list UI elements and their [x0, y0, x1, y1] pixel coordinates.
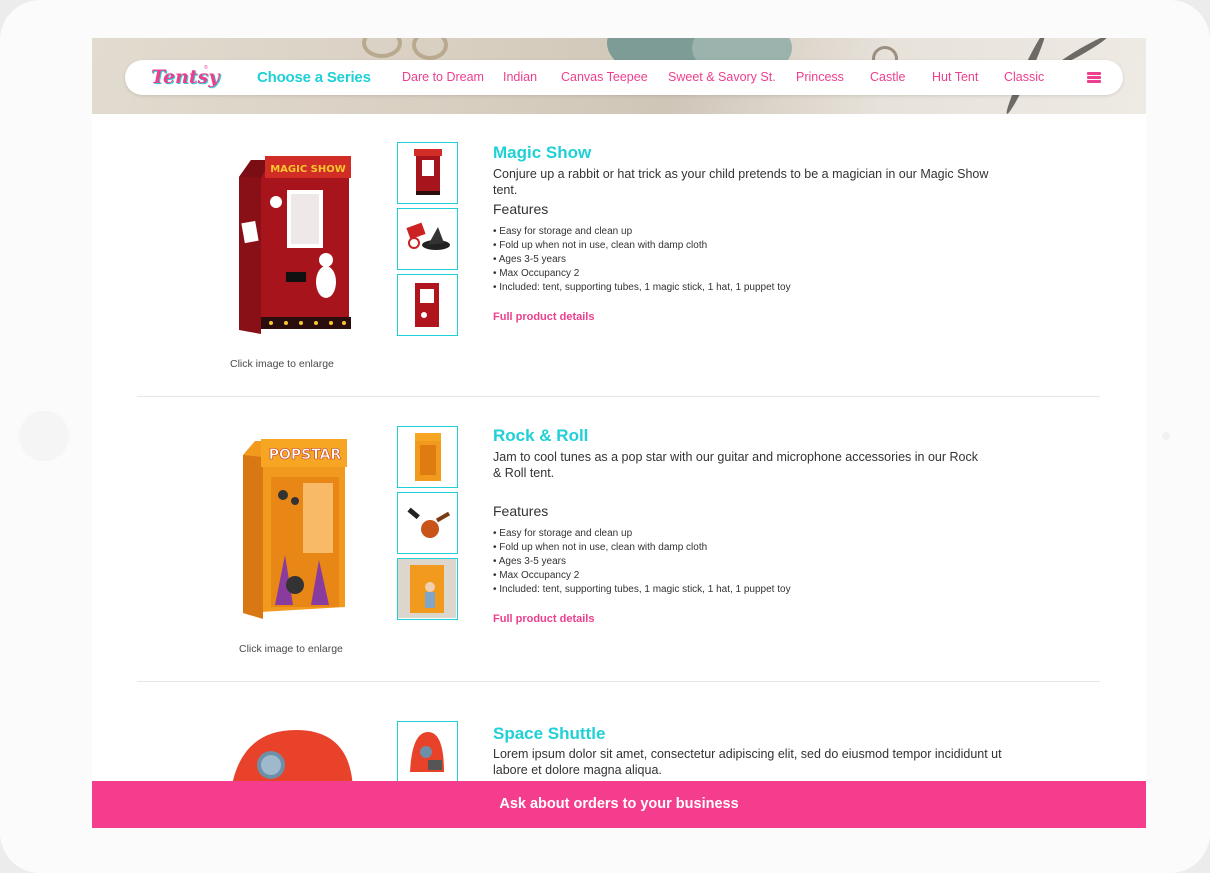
- nav-item-princess[interactable]: Princess: [796, 70, 844, 84]
- thumbnail-1[interactable]: [397, 721, 458, 783]
- feature-item: • Fold up when not in use, clean with da…: [493, 541, 708, 553]
- feature-item: • Fold up when not in use, clean with da…: [493, 239, 708, 251]
- nav-item-dare-to-dream[interactable]: Dare to Dream: [402, 70, 484, 84]
- thumbnail-1[interactable]: [397, 426, 458, 488]
- nav-item-hut-tent[interactable]: Hut Tent: [932, 70, 978, 84]
- nav-item-castle[interactable]: Castle: [870, 70, 905, 84]
- product-title: Space Shuttle: [493, 724, 606, 743]
- screen: Tentsy ® Choose a Series Dare to Dream I…: [92, 38, 1146, 828]
- registered-mark: ®: [204, 65, 208, 71]
- feature-item: • Included: tent, supporting tubes, 1 ma…: [493, 281, 791, 293]
- feature-item: • Ages 3-5 years: [493, 253, 566, 265]
- features-heading: Features: [493, 201, 549, 217]
- tent-sign-text: MAGIC SHOW: [270, 164, 346, 175]
- section-divider: [137, 396, 1100, 397]
- header-banner: Tentsy ® Choose a Series Dare to Dream I…: [92, 38, 1146, 114]
- thumbnail-3[interactable]: [397, 274, 458, 336]
- product-title: Rock & Roll: [493, 426, 589, 445]
- product-description: Lorem ipsum dolor sit amet, consectetur …: [493, 747, 1002, 777]
- features-list: • Easy for storage and clean up • Fold u…: [493, 527, 791, 597]
- feature-item: • Included: tent, supporting tubes, 1 ma…: [493, 583, 791, 595]
- feature-item: • Max Occupancy 2: [493, 267, 580, 279]
- rock-roll-tent-image[interactable]: POPSTAR: [233, 435, 363, 620]
- enlarge-caption: Click image to enlarge: [239, 643, 343, 655]
- nav-item-indian[interactable]: Indian: [503, 70, 537, 84]
- device-frame: Tentsy ® Choose a Series Dare to Dream I…: [0, 0, 1210, 873]
- thumbnail-1[interactable]: [397, 142, 458, 204]
- full-product-details-link[interactable]: Full product details: [493, 613, 594, 625]
- product-description: Conjure up a rabbit or hat trick as your…: [493, 167, 989, 197]
- thumbnail-2[interactable]: [397, 208, 458, 270]
- nav-item-sweet-savory[interactable]: Sweet & Savory St.: [668, 70, 776, 84]
- side-button: [19, 411, 69, 461]
- full-product-details-link[interactable]: Full product details: [493, 311, 594, 323]
- feature-item: • Ages 3-5 years: [493, 555, 566, 567]
- features-list: • Easy for storage and clean up • Fold u…: [493, 225, 791, 295]
- feature-item: • Max Occupancy 2: [493, 569, 580, 581]
- choose-series-label: Choose a Series: [257, 69, 371, 86]
- tentsy-logo[interactable]: Tentsy: [151, 66, 219, 88]
- nav-item-classic[interactable]: Classic: [1004, 70, 1044, 84]
- navbar: Tentsy ® Choose a Series Dare to Dream I…: [125, 60, 1123, 95]
- front-camera: [1162, 432, 1170, 440]
- section-divider: [137, 681, 1100, 682]
- feature-item: • Easy for storage and clean up: [493, 226, 633, 237]
- product-title: Magic Show: [493, 143, 592, 162]
- features-heading: Features: [493, 503, 549, 519]
- thumbnail-3[interactable]: [397, 558, 458, 620]
- magic-show-tent-image[interactable]: MAGIC SHOW: [231, 152, 361, 337]
- nav-item-canvas-teepee[interactable]: Canvas Teepee: [561, 70, 648, 84]
- feature-item: • Easy for storage and clean up: [493, 528, 633, 539]
- thumbnail-2[interactable]: [397, 492, 458, 554]
- product-description: Jam to cool tunes as a pop star with our…: [493, 450, 978, 480]
- ask-about-orders-button[interactable]: Ask about orders to your business: [92, 781, 1146, 828]
- tent-sign-text: POPSTAR: [269, 447, 342, 463]
- hamburger-menu-icon[interactable]: [1087, 72, 1101, 83]
- enlarge-caption: Click image to enlarge: [230, 358, 334, 370]
